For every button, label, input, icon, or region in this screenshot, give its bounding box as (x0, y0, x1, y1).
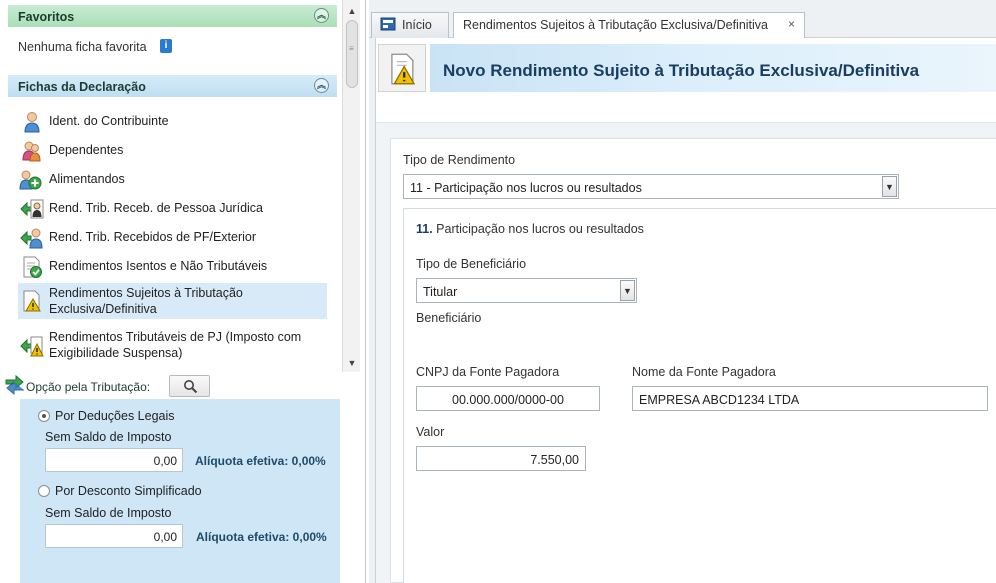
fichas-title: Fichas da Declaração (18, 80, 146, 94)
favorites-empty-text: Nenhuma ficha favorita (18, 40, 147, 54)
chevron-down-icon[interactable]: ▼ (620, 280, 635, 301)
info-icon[interactable]: i (160, 39, 172, 53)
home-icon (380, 17, 396, 31)
banner-icon-frame (378, 44, 426, 92)
scroll-up-icon[interactable]: ▲ (345, 4, 359, 18)
search-button[interactable] (169, 375, 210, 397)
sidebar-item-rend-isentos[interactable]: Rendimentos Isentos e Não Tributáveis (18, 256, 327, 278)
detail-title: Participação nos lucros ou resultados (436, 222, 644, 236)
collapse-favorites-icon[interactable]: ︽ (314, 8, 329, 23)
tipo-beneficiario-value: Titular (423, 285, 458, 299)
nome-fonte-label: Nome da Fonte Pagadora (632, 365, 776, 379)
valor-label: Valor (416, 425, 445, 439)
cnpj-input[interactable]: 00.000.000/0000-00 (416, 386, 600, 411)
tab-inicio[interactable]: Início (371, 12, 449, 38)
form-card: Tipo de Rendimento 11 - Participação nos… (390, 138, 996, 583)
valor-input[interactable]: 7.550,00 (416, 446, 586, 471)
sidebar-item-dependentes[interactable]: Dependentes (18, 140, 327, 162)
detail-heading: 11. Participação nos lucros ou resultado… (416, 222, 644, 236)
people-icon (22, 141, 41, 162)
main-panel: Início Rendimentos Sujeitos à Tributação… (369, 0, 996, 583)
tab-inicio-label: Início (402, 18, 432, 32)
tipo-beneficiario-select[interactable]: Titular ▼ (416, 278, 637, 303)
grip-icon: ≡ (349, 44, 354, 53)
arrow-person-icon (20, 199, 44, 219)
favorites-title: Favoritos (18, 10, 75, 24)
option-simplificado-label[interactable]: Por Desconto Simplificado (55, 484, 202, 498)
chevron-down-icon[interactable]: ▼ (882, 176, 897, 197)
document-warning-icon (391, 53, 416, 85)
scroll-down-icon[interactable]: ▼ (345, 356, 359, 370)
scrollbar-thumb[interactable] (346, 20, 358, 88)
person-add-icon (19, 170, 42, 190)
arrows-exchange-icon (5, 374, 24, 396)
arrow-warning-icon (20, 336, 44, 357)
collapse-fichas-icon[interactable]: ︽ (314, 78, 329, 93)
left-panel: Favoritos ︽ Nenhuma ficha favorita i Fic… (0, 0, 366, 583)
saldo-label-deducoes: Sem Saldo de Imposto (45, 430, 172, 444)
document-check-icon (23, 256, 42, 278)
aliquota-deducoes: Alíquota efetiva: 0,00% (195, 454, 326, 468)
page-title: Novo Rendimento Sujeito à Tributação Exc… (443, 61, 920, 80)
tab-rendimentos-exclusiva[interactable]: Rendimentos Sujeitos à Tributação Exclus… (453, 12, 805, 38)
close-icon[interactable]: × (788, 17, 795, 31)
sidebar-item-alimentandos[interactable]: Alimentandos (18, 169, 327, 190)
valor-deducoes: 0,00 (45, 448, 183, 472)
detail-number: 11. (416, 222, 433, 236)
option-deducoes-label[interactable]: Por Deduções Legais (55, 409, 175, 423)
fichas-navigation: Favoritos ︽ Nenhuma ficha favorita i Fic… (0, 0, 342, 372)
tipo-rendimento-select[interactable]: 11 - Participação nos lucros ou resultad… (403, 174, 899, 199)
tipo-rendimento-value: 11 - Participação nos lucros ou resultad… (410, 181, 642, 195)
tab-bar: Início Rendimentos Sujeitos à Tributação… (369, 0, 996, 38)
sidebar-item-rend-pf-exterior[interactable]: Rend. Trib. Recebidos de PF/Exterior (18, 227, 327, 249)
radio-desconto-simplificado[interactable] (38, 485, 50, 497)
rendimento-detail: 11. Participação nos lucros ou resultado… (403, 208, 996, 583)
tipo-rendimento-label: Tipo de Rendimento (403, 153, 516, 167)
fichas-header[interactable]: Fichas da Declaração ︽ (8, 75, 337, 97)
arrow-person-icon (20, 228, 43, 249)
aliquota-simplificado: Alíquota efetiva: 0,00% (196, 530, 327, 544)
sidebar-scrollbar[interactable]: ▲ ≡ ▼ (342, 0, 360, 372)
tipo-beneficiario-label: Tipo de Beneficiário (416, 257, 527, 271)
saldo-label-simplificado: Sem Saldo de Imposto (45, 506, 172, 520)
search-icon (184, 380, 198, 394)
document-warning-icon (23, 290, 41, 312)
page-title-bar: Novo Rendimento Sujeito à Tributação Exc… (430, 44, 996, 92)
person-icon (24, 112, 40, 133)
radio-deducoes-legais[interactable] (38, 410, 50, 422)
opcao-tributacao-title: Opção pela Tributação: (26, 380, 151, 394)
nome-fonte-input[interactable]: EMPRESA ABCD1234 LTDA (632, 386, 988, 411)
valor-simplificado: 0,00 (45, 524, 183, 548)
tributacao-options: Opção pela Tributação: Por Deduções Lega… (0, 372, 366, 583)
page-banner: Novo Rendimento Sujeito à Tributação Exc… (376, 42, 996, 94)
sidebar-item-rend-exigibilidade-suspensa[interactable]: Rendimentos Tributáveis de PJ (Imposto c… (18, 327, 327, 363)
content-area: Novo Rendimento Sujeito à Tributação Exc… (375, 38, 996, 583)
sidebar-item-ident-contribuinte[interactable]: Ident. do Contribuinte (18, 111, 327, 133)
tributacao-panel: Por Deduções Legais Sem Saldo de Imposto… (20, 399, 340, 583)
cnpj-label: CNPJ da Fonte Pagadora (416, 365, 560, 379)
favorites-header[interactable]: Favoritos ︽ (8, 5, 337, 27)
sidebar-item-rend-tributacao-exclusiva[interactable]: Rendimentos Sujeitos à Tributação Exclus… (18, 283, 327, 319)
beneficiario-label: Beneficiário (416, 311, 482, 325)
tab-rendimentos-label: Rendimentos Sujeitos à Tributação Exclus… (463, 18, 769, 32)
sidebar-item-rend-pessoa-juridica[interactable]: Rend. Trib. Receb. de Pessoa Jurídica (18, 198, 327, 219)
